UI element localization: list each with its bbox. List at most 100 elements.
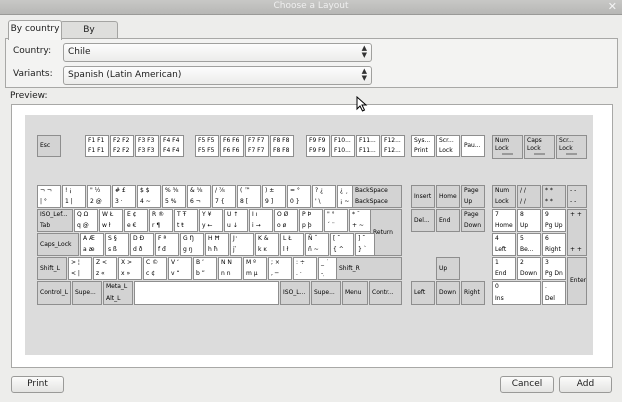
key-label: Del... xyxy=(414,216,430,224)
key-label: p þ xyxy=(302,222,312,229)
key-label: Y ¥ xyxy=(202,211,212,218)
key-r: R ® r ¶ xyxy=(149,209,173,232)
key-label: - ̣ xyxy=(321,270,326,277)
key-label: " ° xyxy=(327,211,335,218)
key-kp9: 9 Pg Up xyxy=(542,209,566,232)
key-label: Del xyxy=(545,295,555,302)
key-x: X > x » xyxy=(118,257,142,280)
key-label: Num Lock xyxy=(495,137,510,152)
key-label: Scr... xyxy=(439,137,454,144)
key-del: Del... xyxy=(411,209,435,232)
key-bsl: ] ˘} ` xyxy=(355,233,375,256)
key-z: Z < z « xyxy=(93,257,117,280)
key-k: K & k ĸ xyxy=(255,233,279,256)
key-label: : ÷ xyxy=(296,259,305,266)
key-label: X > xyxy=(121,259,133,266)
key-label: ñ ~ xyxy=(308,246,319,253)
key-label: F7 F7 xyxy=(248,137,265,144)
key-up: Up xyxy=(436,257,460,280)
key-label: Contr... xyxy=(372,289,394,296)
key-label: + ~ xyxy=(352,222,364,229)
close-icon[interactable]: ✕ xyxy=(608,0,617,13)
key-label: Down xyxy=(464,222,482,229)
key-label: F12... xyxy=(384,137,401,144)
key-j: J ̛ j ̉ xyxy=(230,233,254,256)
key-scrlk: Scr... Lock xyxy=(436,135,460,157)
key-label: ISO_Lef... xyxy=(40,211,68,218)
key-kpadd: + + + + xyxy=(567,209,587,256)
key-label: Lock xyxy=(439,147,453,154)
key-label: y ← xyxy=(202,222,213,229)
key-label: Home xyxy=(439,192,457,200)
key-label: Supe... xyxy=(314,289,335,296)
key-label: ´ ¨ xyxy=(327,222,335,229)
key-label: d ð xyxy=(133,246,143,253)
variants-combo[interactable]: Spanish (Latin American) ▲ ▼ xyxy=(63,66,372,85)
country-combo[interactable]: Chile ▲ ▼ xyxy=(63,43,372,62)
key-label: P Þ xyxy=(302,211,312,218)
key-label: Control_L xyxy=(40,289,69,296)
key-label: 2 xyxy=(520,259,524,266)
key-label: C © xyxy=(146,259,159,266)
key-label: 6 ¬ xyxy=(190,198,201,205)
key-label: F4 F4 xyxy=(163,147,180,154)
key-label: 0 xyxy=(495,283,499,290)
keyboard-preview: Esc F1 F1 F1 F1 F2 F2 F2 F2 F3 F3 F3 F3 F4 F4 F4… xyxy=(25,115,593,355)
key-label: $ $ xyxy=(140,187,150,194)
key-label: 0 } xyxy=(290,198,300,205)
key-label: m µ xyxy=(246,270,258,277)
key-label: F11... xyxy=(359,137,376,144)
key-label: Page xyxy=(464,211,479,218)
add-button[interactable]: Add xyxy=(559,376,612,393)
key-f7: F7 F7 F7 F7 xyxy=(245,135,269,157)
key-label: BackSpace xyxy=(355,198,388,205)
key-b: B ’ b ” xyxy=(193,257,217,280)
key-label: Down xyxy=(439,289,457,296)
key-label: H Ħ xyxy=(208,235,220,242)
key-label: x » xyxy=(121,270,131,277)
key-period: : ÷ . · xyxy=(293,257,317,280)
key-numlk-led: Num Lock xyxy=(492,135,523,159)
key-p: P Þ p þ xyxy=(299,209,323,232)
key-rsuper: Supe... xyxy=(311,281,341,305)
key-label: T Ŧ xyxy=(177,211,187,218)
key-minus: ? ¿ ' \ xyxy=(312,185,336,208)
key-label: ¡ ~ xyxy=(340,198,350,205)
key-label: - - xyxy=(570,198,577,205)
key-label: 3 · xyxy=(115,198,123,205)
key-label: F12... xyxy=(384,147,401,154)
add-button-label: Add xyxy=(576,379,595,389)
key-rshift: Shift_R xyxy=(336,257,402,280)
key-f10: F10... F10... xyxy=(331,135,355,157)
cancel-button[interactable]: Cancel xyxy=(500,376,554,393)
key-label: . xyxy=(545,283,547,290)
key-label: o ø xyxy=(277,222,287,229)
country-label: Country: xyxy=(13,46,52,56)
key-label: * ¯ xyxy=(352,211,360,218)
key-pgup: Page Up xyxy=(461,185,485,208)
key-label: c ¢ xyxy=(146,270,156,277)
key-d: D Ð d ð xyxy=(130,233,154,256)
key-less: > ¦ < | xyxy=(68,257,92,280)
print-button[interactable]: Print xyxy=(11,376,64,393)
key-label: # £ xyxy=(115,187,126,194)
key-label: 4 ~ xyxy=(140,198,151,205)
tab-by-country[interactable]: By country xyxy=(8,20,62,40)
key-label: M º xyxy=(246,259,256,266)
key-pgdn: Page Down xyxy=(461,209,485,232)
key-label: { ^ xyxy=(333,246,344,253)
key-grave: ¬ ¬ | ° xyxy=(37,185,61,208)
key-quote: [ ˘ { ^ xyxy=(330,233,354,256)
key-q: Q Ω q @ xyxy=(74,209,98,232)
key-m: M º m µ xyxy=(243,257,267,280)
key-end: End xyxy=(436,209,460,232)
key-e: E ¢ e € xyxy=(124,209,148,232)
key-kp6: 6 Right xyxy=(542,233,566,256)
key-label: w ł xyxy=(102,222,111,229)
key-label: Shift_R xyxy=(339,264,360,272)
tab-by-language[interactable]: By language xyxy=(60,21,118,51)
key-label: b ” xyxy=(196,270,205,277)
key-kp3: 3 Pg Dn xyxy=(542,257,566,280)
key-label: F4 F4 xyxy=(163,137,180,144)
key-label: Page xyxy=(464,187,479,194)
